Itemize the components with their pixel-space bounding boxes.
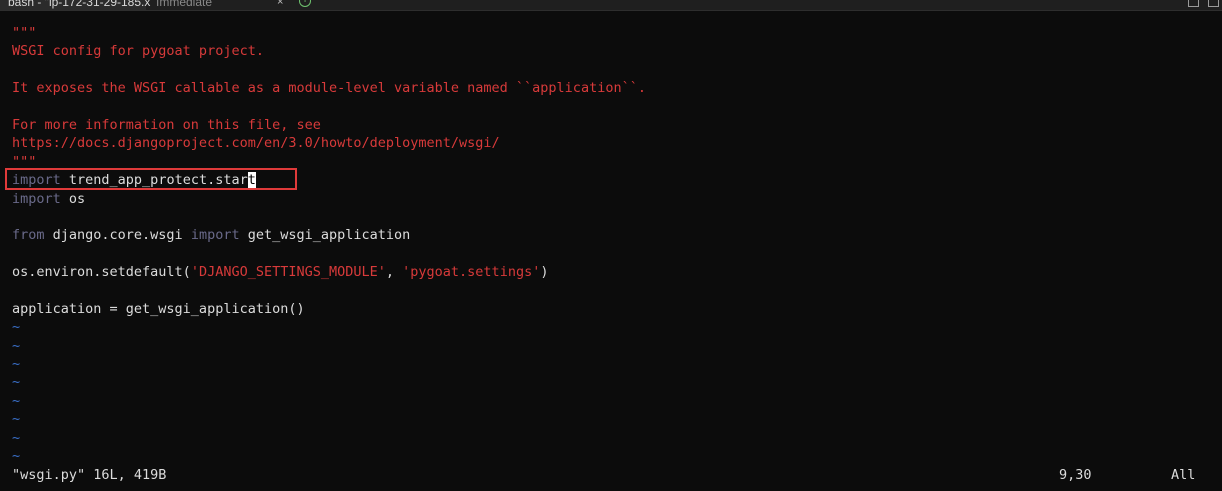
- empty-line-marker: ~: [12, 392, 21, 409]
- empty-line-marker: ~: [12, 374, 21, 391]
- import-keyword: import: [12, 190, 61, 207]
- maximize-window-icon[interactable]: [1208, 0, 1219, 7]
- from-module: django.core.wsgi: [44, 227, 191, 244]
- docstring-line: It exposes the WSGI callable as a module…: [12, 80, 646, 97]
- docstring-line: For more information on this file, see: [12, 116, 321, 133]
- import-module: os: [60, 190, 86, 207]
- restore-window-icon[interactable]: [1188, 0, 1199, 7]
- status-scroll-position: All: [1171, 467, 1196, 483]
- annotation-highlight-box: [5, 168, 297, 190]
- status-file-info: "wsgi.py" 16L, 419B: [12, 467, 167, 483]
- docstring-line: WSGI config for pygoat project.: [12, 43, 264, 60]
- imported-name: get_wsgi_application: [239, 227, 411, 244]
- empty-line-marker: ~: [12, 411, 21, 428]
- close-tab-icon[interactable]: ×: [277, 0, 283, 10]
- from-keyword: from: [12, 227, 45, 244]
- tab-immediate-label: Immediate: [156, 0, 213, 9]
- string-literal: 'pygoat.settings': [402, 264, 541, 281]
- string-literal: 'DJANGO_SETTINGS_MODULE': [190, 264, 386, 281]
- import-keyword: import: [190, 227, 240, 244]
- application-line: application = get_wsgi_application(): [12, 300, 305, 317]
- docstring-url: https://docs.djangoproject.com/en/3.0/ho…: [12, 135, 500, 152]
- empty-line-marker: ~: [12, 319, 21, 336]
- tab-bash-label: bash - "ip-172-31-29-185.x: [8, 0, 151, 9]
- status-cursor-position: 9,30: [1059, 467, 1092, 483]
- empty-line-marker: ~: [12, 356, 21, 373]
- tab-bash[interactable]: bash - "ip-172-31-29-185.x: [0, 0, 150, 10]
- import-os-line: import os: [12, 190, 646, 208]
- vim-editor[interactable]: """ WSGI config for pygoat project. It e…: [12, 24, 646, 465]
- docstring-open: """: [12, 25, 37, 41]
- add-tab-icon[interactable]: +: [299, 0, 311, 7]
- empty-line-marker: ~: [12, 429, 21, 446]
- setdefault-line: os.environ.setdefault('DJANGO_SETTINGS_M…: [12, 263, 646, 281]
- paren-close: ): [540, 264, 549, 281]
- separator: ,: [385, 264, 403, 281]
- tab-bar: bash - "ip-172-31-29-185.x Immediate × +: [0, 0, 1222, 11]
- empty-line-marker: ~: [12, 337, 21, 354]
- from-import-line: from django.core.wsgi import get_wsgi_ap…: [12, 226, 646, 244]
- tab-immediate[interactable]: Immediate: [148, 0, 289, 10]
- setdefault-call: os.environ.setdefault(: [12, 264, 191, 281]
- empty-line-marker: ~: [12, 447, 21, 464]
